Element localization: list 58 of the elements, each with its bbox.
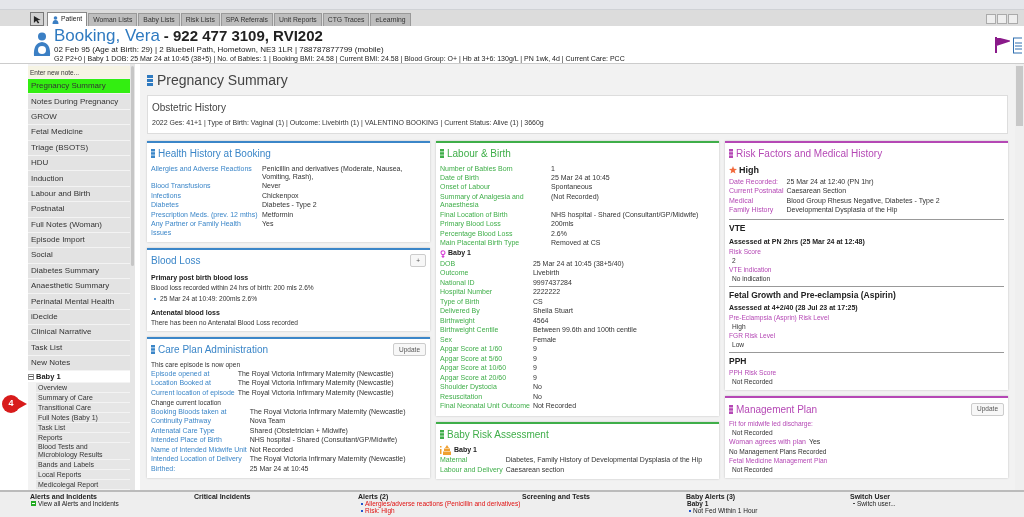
cursor-icon (32, 14, 42, 24)
sidebar-item[interactable]: Induction (28, 171, 130, 186)
patient-icon (32, 31, 52, 58)
pointer-button[interactable] (30, 12, 44, 26)
clipboard-icon[interactable] (1013, 35, 1022, 54)
sidebar-item[interactable]: HDU (28, 155, 130, 171)
list-icon (151, 149, 155, 158)
female-icon (440, 249, 446, 258)
sidebar-item[interactable]: iDecide (28, 309, 130, 325)
sidebar-item[interactable]: Clinical Narrative (28, 325, 130, 340)
list-icon (440, 430, 444, 440)
sidebar-item[interactable]: Anaesthetic Summary (28, 279, 130, 294)
patient-name: Booking, Vera (54, 27, 160, 44)
list-icon (151, 345, 155, 355)
card-title: Obstetric History (152, 101, 227, 115)
sidebar-item[interactable]: Triage (BSOTS) (28, 140, 130, 155)
person-icon (52, 15, 59, 24)
sidebar-item[interactable]: Full Notes (Woman) (28, 217, 130, 232)
sidebar-item[interactable]: Labour and Birth (28, 186, 130, 202)
minimize-button[interactable] (986, 14, 996, 24)
sidebar-item[interactable]: Episode Import (28, 232, 130, 248)
risk-stack-icon (440, 444, 452, 455)
restore-button[interactable] (997, 14, 1007, 24)
card-title: Management Plan (736, 402, 818, 417)
patient-details: 02 Feb 95 (Age at Birth: 29) | 2 Bluebell Path, Hometown, NE3 1LR | 788787877799 (mobile) (54, 46, 385, 54)
patient-identifiers: - 922 477 3109, RVI202 (163, 28, 323, 43)
add-icon (31, 501, 36, 506)
section-heading: VTE (729, 221, 747, 235)
sidebar-item[interactable]: Task List (28, 340, 130, 356)
sidebar-item[interactable]: Notes During Pregnancy (28, 94, 130, 109)
list-icon (729, 404, 733, 414)
sidebar-item[interactable]: Fetal Medicine (28, 125, 130, 140)
section-heading: Fetal Growth and Pre-eclampsia (Aspirin) (729, 288, 897, 302)
sidebar-item[interactable]: Postnatal (28, 202, 130, 217)
section-heading: PPH (729, 355, 748, 368)
list-icon (440, 149, 444, 158)
main-scrollbar[interactable] (1015, 64, 1024, 490)
sidebar-item[interactable]: Perinatal Mental Health (28, 294, 130, 309)
star-icon (729, 166, 737, 175)
card-title: Baby Risk Assessment (447, 428, 549, 443)
sidebar-scrollbar[interactable] (130, 64, 135, 490)
sidebar-item[interactable]: New Notes (28, 356, 130, 371)
sidebar-item[interactable]: Pregnancy Summary (28, 79, 130, 94)
sidebar-item[interactable]: Social (28, 248, 130, 263)
sidebar-item[interactable]: GROW (28, 109, 130, 125)
flag-icon[interactable] (994, 35, 1010, 54)
list-icon (147, 75, 153, 86)
card-title: Risk Factors and Medical History (736, 147, 883, 161)
list-icon (729, 149, 733, 158)
card-title: Health History at Booking (158, 147, 271, 161)
risk-level: High (739, 163, 759, 177)
page-title: Pregnancy Summary (157, 71, 288, 90)
close-button[interactable] (1008, 14, 1018, 24)
card-title: Blood Loss (151, 254, 201, 269)
collapse-toggle[interactable] (28, 373, 34, 380)
card-title: Care Plan Administration (158, 343, 269, 358)
sidebar-item[interactable]: Diabetes Summary (28, 263, 130, 279)
card-title: Labour & Birth (447, 147, 511, 161)
